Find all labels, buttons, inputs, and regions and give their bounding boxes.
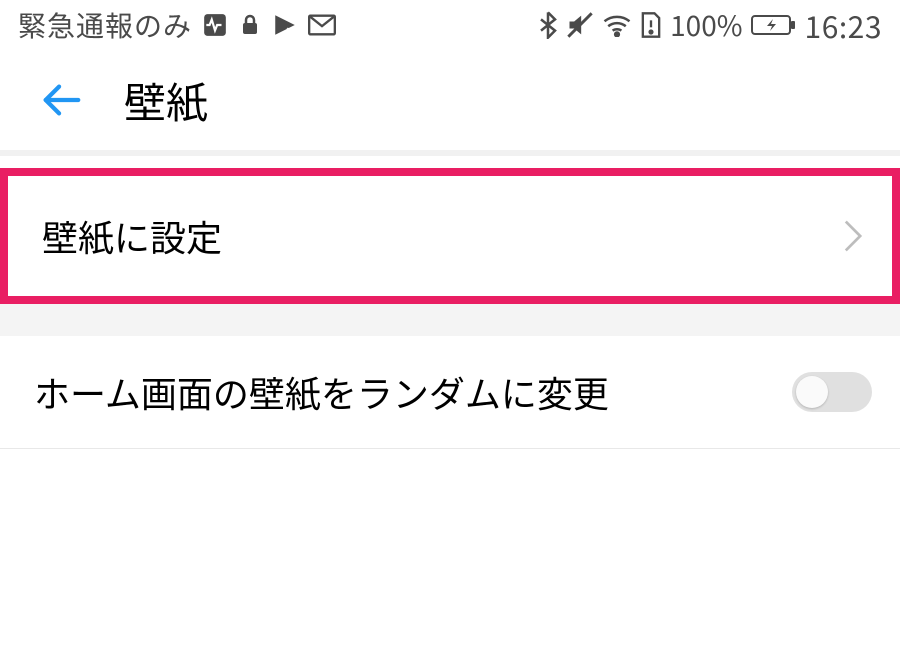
sim-alert-icon: [640, 11, 662, 39]
toggle-knob: [796, 376, 828, 408]
battery-icon: [751, 13, 797, 37]
chevron-right-icon: [842, 218, 864, 254]
set-wallpaper-label: 壁紙に設定: [42, 210, 222, 262]
carrier-text: 緊急通報のみ: [18, 5, 192, 45]
lock-icon: [238, 13, 262, 37]
mute-icon: [566, 11, 594, 39]
status-right: 100% 16:23: [538, 3, 882, 47]
battery-percent: 100%: [670, 5, 742, 45]
play-protect-icon: [272, 12, 298, 38]
bluetooth-icon: [538, 11, 558, 39]
wifi-icon: [602, 13, 632, 37]
section-gap: [0, 304, 900, 336]
status-left: 緊急通報のみ: [18, 5, 336, 45]
set-wallpaper-row[interactable]: 壁紙に設定: [8, 176, 892, 296]
page-title: 壁紙: [124, 70, 208, 131]
random-wallpaper-label: ホーム画面の壁紙をランダムに変更: [34, 366, 609, 418]
section-divider: [0, 150, 900, 156]
activity-icon: [202, 12, 228, 38]
mail-icon: [308, 14, 336, 36]
clock-text: 16:23: [805, 3, 882, 47]
random-wallpaper-row[interactable]: ホーム画面の壁紙をランダムに変更: [0, 336, 900, 449]
status-bar: 緊急通報のみ 100% 16:23: [0, 0, 900, 50]
app-header: 壁紙: [0, 50, 900, 150]
random-wallpaper-toggle[interactable]: [792, 372, 872, 412]
back-button[interactable]: [38, 77, 84, 123]
highlighted-row-frame: 壁紙に設定: [0, 168, 900, 304]
